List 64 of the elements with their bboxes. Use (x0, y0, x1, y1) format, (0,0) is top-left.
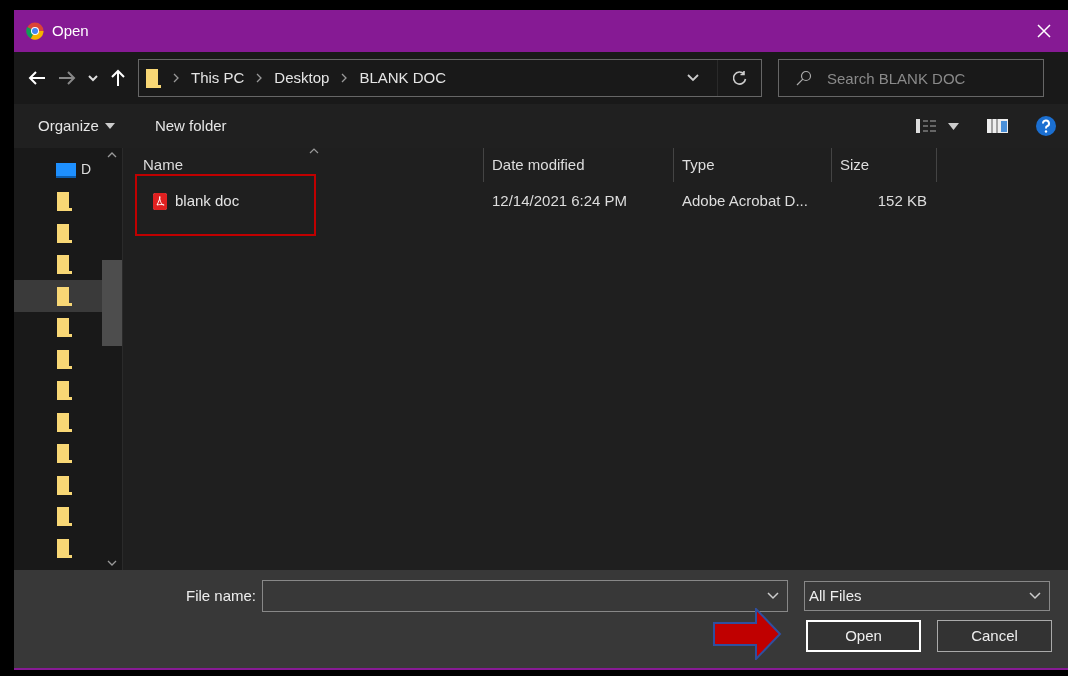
folder-icon (56, 537, 72, 558)
file-name-label: File name: (186, 585, 258, 606)
window-title: Open (52, 20, 89, 41)
chevron-right-icon (341, 73, 348, 83)
close-icon (1037, 24, 1051, 38)
chevron-right-icon (173, 73, 179, 83)
folder-icon (56, 380, 72, 401)
folder-icon (56, 254, 72, 275)
breadcrumb[interactable]: BLANK DOC (359, 66, 447, 90)
folder-icon (56, 222, 72, 243)
folder-icon (56, 411, 72, 432)
caret-icon (104, 123, 115, 129)
new-folder-button[interactable]: New folder (154, 114, 227, 138)
search-icon (796, 70, 812, 86)
column-header[interactable]: Date modified (484, 148, 674, 182)
details-view-icon (916, 119, 938, 133)
desktop-icon (56, 161, 76, 178)
refresh-icon[interactable] (732, 71, 747, 85)
date-cell-text: 12/14/2021 6:24 PM (491, 190, 629, 211)
column-header[interactable]: Size (832, 148, 937, 182)
forward-arrow-icon[interactable] (58, 70, 76, 86)
address-bar[interactable]: This PC Desktop BLANK DOC (138, 59, 762, 97)
open-button[interactable]: Open (806, 620, 921, 652)
scroll-down-icon[interactable] (107, 560, 117, 566)
chevron-down-icon[interactable] (88, 74, 98, 82)
chevron-down-icon (1029, 592, 1041, 600)
browser-logo-icon (26, 22, 44, 40)
type-cell-text: Adobe Acrobat D... (681, 190, 809, 211)
column-header[interactable]: Name (135, 148, 484, 182)
breadcrumb[interactable]: This PC (191, 66, 245, 90)
folder-icon (56, 191, 72, 212)
chevron-right-icon (256, 73, 263, 83)
folder-icon (56, 348, 72, 369)
size-cell-text: 152 KB (876, 190, 928, 211)
sidebar-item[interactable] (14, 280, 102, 312)
file-type-dropdown[interactable]: All Files (804, 581, 1050, 611)
folder-icon (56, 506, 72, 527)
file-name-field[interactable] (262, 580, 788, 612)
column-header[interactable]: Type (674, 148, 832, 182)
organize-button[interactable]: Organize (38, 114, 115, 138)
up-arrow-icon[interactable] (110, 69, 126, 87)
sort-up-icon (309, 148, 319, 154)
caret-icon (948, 122, 959, 130)
help-icon[interactable] (1036, 116, 1056, 136)
preview-pane-icon[interactable] (987, 119, 1008, 133)
file-name[interactable]: blank doc (175, 189, 240, 213)
back-arrow-icon[interactable] (28, 70, 46, 86)
view-options-button[interactable] (916, 119, 959, 133)
arrow-annotation (712, 608, 782, 660)
search-field[interactable]: Search BLANK DOC (778, 59, 1044, 97)
folder-icon (56, 317, 72, 338)
sidebar-item[interactable]: D (14, 154, 102, 186)
folder-icon (145, 68, 161, 88)
cancel-button[interactable]: Cancel (937, 620, 1052, 652)
scroll-up-icon[interactable] (107, 152, 117, 158)
sidebar-label: D (81, 160, 92, 180)
scrollbar-thumb[interactable] (102, 260, 122, 346)
chevron-down-icon (767, 592, 779, 600)
breadcrumb[interactable]: Desktop (274, 66, 330, 90)
chevron-down-icon[interactable] (687, 74, 699, 82)
pdf-file-icon (153, 192, 167, 210)
folder-icon (56, 443, 72, 464)
folder-icon (56, 285, 72, 306)
folder-icon (56, 474, 72, 495)
